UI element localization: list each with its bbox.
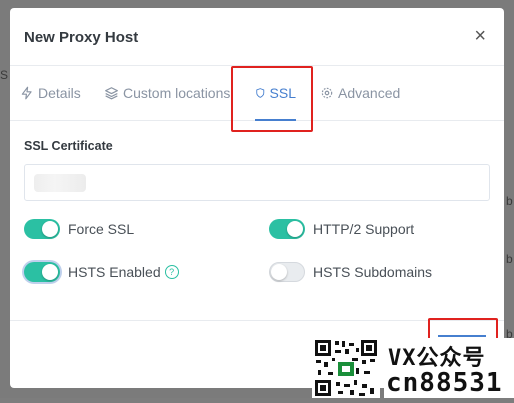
close-button[interactable]: × (474, 24, 486, 48)
force-ssl-switch[interactable] (24, 219, 60, 239)
force-ssl-label: Force SSL (68, 221, 135, 237)
ssl-certificate-label: SSL Certificate (24, 139, 113, 153)
watermark-line-2: cn88531 (386, 368, 503, 398)
switch-knob (42, 264, 58, 280)
hsts-enabled-toggle[interactable]: HSTS Enabled ? (24, 262, 179, 282)
ssl-certificate-select[interactable] (24, 164, 490, 201)
zap-icon (21, 86, 32, 100)
tab-custom-locations[interactable]: Custom locations (104, 66, 230, 120)
force-ssl-toggle[interactable]: Force SSL (24, 219, 134, 239)
http2-support-switch[interactable] (269, 219, 305, 239)
hsts-subdomains-switch[interactable] (269, 262, 305, 282)
layers-icon (105, 87, 118, 100)
http2-support-toggle[interactable]: HTTP/2 Support (269, 219, 414, 239)
background-text-fragment: S (0, 68, 9, 82)
tab-details[interactable]: Details (20, 66, 81, 120)
qr-code-icon (315, 340, 377, 396)
tab-details-label: Details (38, 85, 81, 101)
background-text-fragment: b (506, 194, 513, 208)
switch-knob (271, 264, 287, 280)
switch-knob (287, 221, 303, 237)
highlight-box-ssl-tab (231, 66, 313, 132)
hsts-enabled-label: HSTS Enabled (68, 264, 161, 280)
dialog-header: New Proxy Host × (10, 8, 504, 66)
redacted-certificate-value (34, 174, 86, 192)
tab-custom-locations-label: Custom locations (123, 85, 231, 101)
watermark-qr-code (312, 338, 380, 398)
tab-advanced[interactable]: Advanced (320, 66, 400, 120)
http2-support-label: HTTP/2 Support (313, 221, 415, 237)
hsts-subdomains-label: HSTS Subdomains (313, 264, 433, 280)
tab-advanced-label: Advanced (338, 85, 401, 101)
gear-icon (321, 87, 333, 99)
background-text-fragment: b (506, 252, 513, 266)
switch-knob (42, 221, 58, 237)
dialog-title: New Proxy Host (24, 29, 139, 46)
watermark-text: VX公众号 cn88531 (384, 338, 514, 398)
help-icon[interactable]: ? (164, 265, 179, 279)
hsts-enabled-switch[interactable] (24, 262, 60, 282)
hsts-subdomains-toggle[interactable]: HSTS Subdomains (269, 262, 432, 282)
